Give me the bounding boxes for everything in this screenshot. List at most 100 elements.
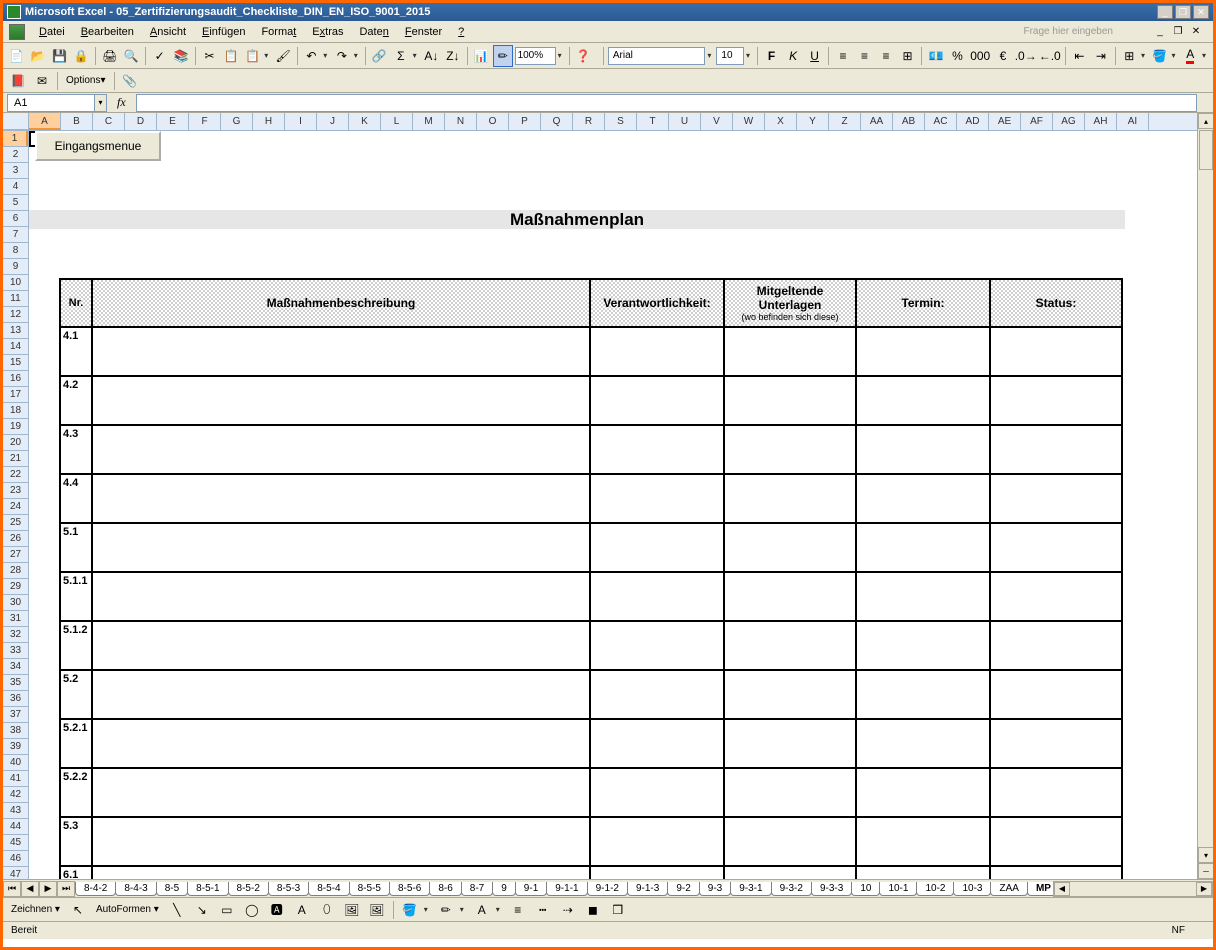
row-header-1[interactable]: 1 (3, 131, 28, 147)
select-all-corner[interactable] (3, 113, 29, 130)
table-cell[interactable] (92, 817, 590, 866)
row-header-23[interactable]: 23 (3, 483, 28, 499)
table-cell[interactable] (990, 866, 1122, 879)
column-header-J[interactable]: J (317, 113, 349, 130)
sheet-tab-9-1-3[interactable]: 9-1-3 (627, 882, 668, 896)
table-cell[interactable] (856, 866, 990, 879)
sheet-tab-8-4-3[interactable]: 8-4-3 (115, 882, 156, 896)
nr-cell-lower[interactable] (60, 638, 92, 670)
eingangsmenue-button[interactable]: Eingangsmenue (35, 131, 161, 161)
sheet-tab-9-1[interactable]: 9-1 (515, 882, 547, 896)
align-right-icon[interactable]: ≡ (876, 45, 896, 67)
row-header-45[interactable]: 45 (3, 835, 28, 851)
menu-help[interactable]: ? (450, 24, 472, 40)
row-header-42[interactable]: 42 (3, 787, 28, 803)
table-cell[interactable] (590, 327, 724, 376)
table-cell[interactable] (990, 817, 1122, 866)
table-cell[interactable] (590, 670, 724, 719)
row-header-43[interactable]: 43 (3, 803, 28, 819)
row-header-13[interactable]: 13 (3, 323, 28, 339)
row-header-35[interactable]: 35 (3, 675, 28, 691)
line-color-icon[interactable]: ✏ (435, 899, 457, 921)
spellcheck-icon[interactable]: ✓ (150, 45, 170, 67)
row-header-3[interactable]: 3 (3, 163, 28, 179)
menu-einfuegen[interactable]: Einfügen (194, 24, 253, 40)
wordart-icon[interactable]: A (291, 899, 313, 921)
nr-cell[interactable]: 5.1.2 (60, 621, 92, 638)
sheet-tab-9-2[interactable]: 9-2 (667, 882, 699, 896)
row-header-38[interactable]: 38 (3, 723, 28, 739)
thousands-icon[interactable]: 000 (969, 45, 991, 67)
cells-area[interactable]: Eingangsmenue Maßnahmenplan Nr. Maßnahme… (29, 131, 1213, 879)
clipart-icon[interactable]: 🖼 (341, 899, 363, 921)
column-header-F[interactable]: F (189, 113, 221, 130)
column-header-H[interactable]: H (253, 113, 285, 130)
row-header-17[interactable]: 17 (3, 387, 28, 403)
zoom-dropdown[interactable]: ▾ (558, 51, 565, 60)
name-box[interactable]: A1 (7, 94, 95, 112)
menu-format[interactable]: Format (253, 24, 304, 40)
column-header-R[interactable]: R (573, 113, 605, 130)
sheet-tab-9-3-2[interactable]: 9-3-2 (771, 882, 812, 896)
zoom-combo[interactable]: 100% (515, 47, 556, 65)
row-header-4[interactable]: 4 (3, 179, 28, 195)
row-header-33[interactable]: 33 (3, 643, 28, 659)
sheet-tab-10[interactable]: 10 (851, 882, 880, 896)
table-cell[interactable] (590, 474, 724, 523)
table-cell[interactable] (92, 719, 590, 768)
close-button[interactable]: ✕ (1193, 5, 1209, 19)
row-header-14[interactable]: 14 (3, 339, 28, 355)
paste-dropdown[interactable]: ▾ (264, 51, 271, 60)
table-cell[interactable] (590, 376, 724, 425)
row-header-15[interactable]: 15 (3, 355, 28, 371)
bold-icon[interactable]: F (762, 45, 782, 67)
redo-dropdown[interactable]: ▾ (354, 51, 361, 60)
table-cell[interactable] (92, 327, 590, 376)
name-box-dropdown[interactable]: ▾ (95, 94, 107, 112)
hscroll-left[interactable]: ◀ (1054, 882, 1070, 896)
row-header-40[interactable]: 40 (3, 755, 28, 771)
chart-wizard-icon[interactable]: 📊 (472, 45, 492, 67)
table-cell[interactable] (590, 425, 724, 474)
row-header-7[interactable]: 7 (3, 227, 28, 243)
table-cell[interactable] (990, 327, 1122, 376)
table-cell[interactable] (856, 572, 990, 621)
column-header-I[interactable]: I (285, 113, 317, 130)
row-header-37[interactable]: 37 (3, 707, 28, 723)
nr-cell-lower[interactable] (60, 687, 92, 719)
column-header-D[interactable]: D (125, 113, 157, 130)
line-icon[interactable]: ╲ (166, 899, 188, 921)
scroll-up-button[interactable]: ▴ (1198, 113, 1213, 129)
row-header-29[interactable]: 29 (3, 579, 28, 595)
table-cell[interactable] (990, 572, 1122, 621)
sheet-tab-8-5-4[interactable]: 8-5-4 (308, 882, 349, 896)
sheet-tab-8-5-3[interactable]: 8-5-3 (268, 882, 309, 896)
table-cell[interactable] (92, 474, 590, 523)
column-header-S[interactable]: S (605, 113, 637, 130)
autoformen-menu[interactable]: AutoFormen ▾ (92, 904, 163, 915)
help-icon[interactable]: ❓ (573, 45, 593, 67)
nr-cell[interactable]: 5.2.2 (60, 768, 92, 785)
row-header-21[interactable]: 21 (3, 451, 28, 467)
row-header-32[interactable]: 32 (3, 627, 28, 643)
nr-cell[interactable]: 5.1 (60, 523, 92, 540)
italic-icon[interactable]: K (783, 45, 803, 67)
new-icon[interactable]: 📄 (7, 45, 27, 67)
row-header-19[interactable]: 19 (3, 419, 28, 435)
redo-icon[interactable]: ↷ (332, 45, 352, 67)
font-color-icon[interactable]: A (1181, 45, 1201, 67)
format-painter-icon[interactable]: 🖌 (273, 45, 293, 67)
nr-cell[interactable]: 4.1 (60, 327, 92, 344)
row-header-9[interactable]: 9 (3, 259, 28, 275)
column-header-U[interactable]: U (669, 113, 701, 130)
row-header-47[interactable]: 47 (3, 867, 28, 879)
row-header-30[interactable]: 30 (3, 595, 28, 611)
table-cell[interactable] (724, 768, 856, 817)
3d-icon[interactable]: ❒ (607, 899, 629, 921)
row-header-10[interactable]: 10 (3, 275, 28, 291)
menu-ansicht[interactable]: Ansicht (142, 24, 194, 40)
pdf-mail-icon[interactable]: ✉ (31, 70, 53, 92)
cut-icon[interactable]: ✂ (200, 45, 220, 67)
tab-nav-first[interactable]: ⏮ (3, 881, 21, 897)
nr-cell[interactable]: 4.2 (60, 376, 92, 393)
